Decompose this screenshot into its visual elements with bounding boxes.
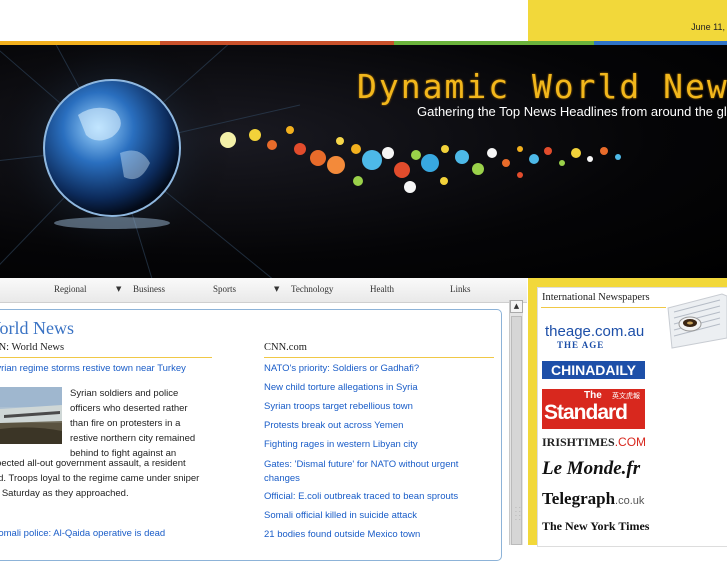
main-nav: Regional ▼ Business Sports ▼ Technology …: [0, 278, 527, 303]
news-thumbnail[interactable]: [0, 387, 62, 444]
newspaper-link-telegraph[interactable]: Telegraph.co.uk: [542, 489, 644, 509]
story-line: restive northern city remained: [70, 433, 196, 444]
headline-link[interactable]: Syrian troops target rebellious town: [264, 401, 413, 412]
grip-icon: · · · · · · · ·: [515, 505, 521, 524]
telegraph-suffix: .co.uk: [615, 495, 645, 507]
theage-sublogo[interactable]: THE AGE: [557, 340, 604, 350]
headline-link[interactable]: New child torture allegations in Syria: [264, 382, 418, 393]
standard-cjk-text: 英文虎報: [612, 392, 640, 400]
irishtimes-suffix: .COM: [614, 435, 647, 449]
standard-the-text: The: [584, 390, 602, 401]
headline-link[interactable]: Syrian regime storms restive town near T…: [0, 363, 186, 374]
story-line: expected all-out government assault, a r…: [0, 458, 186, 469]
chinadaily-logo-text: CHINADAILY: [550, 362, 637, 378]
irishtimes-logo-text: IRISHTIMES: [542, 435, 615, 449]
nav-item-health[interactable]: Health: [370, 284, 394, 294]
headline-link[interactable]: Fighting rages in western Libyan city: [264, 439, 418, 450]
story-excerpt-wrapped: Syrian soldiers and police officers who …: [70, 386, 220, 461]
headline-link[interactable]: Somali official killed in suicide attack: [264, 510, 417, 521]
newspaper-link-lemonde[interactable]: Le Monde.fr: [542, 458, 640, 480]
date-box: June 11,: [528, 0, 727, 41]
globe-icon: [43, 79, 181, 217]
lemonde-logo-text: Le Monde.fr: [542, 458, 641, 479]
standard-logo-text: Standard: [544, 401, 628, 424]
story-line: Syrian soldiers and police: [70, 388, 179, 399]
story-line: fire Saturday as they approached.: [0, 488, 129, 499]
theage-sub-text: THE AGE: [557, 340, 605, 350]
right-column-rule: [264, 357, 494, 358]
globe-reflection: [54, 217, 170, 229]
headline-link[interactable]: NATO's priority: Soldiers or Gadhafi?: [264, 363, 419, 374]
telegraph-logo-text: Telegraph: [542, 489, 616, 508]
newspaper-link-chinadaily[interactable]: CHINADAILY: [542, 361, 645, 379]
scroll-up-button[interactable]: ▲: [510, 300, 523, 313]
newspaper-link-standard[interactable]: The 英文虎報 Standard: [542, 389, 645, 429]
left-column-rule: [0, 357, 212, 358]
story-line: said. Troops loyal to the regime came un…: [0, 473, 200, 484]
banner-subtitle: Gathering the Top News Headlines from ar…: [417, 104, 727, 119]
nav-item-regional[interactable]: Regional: [54, 284, 87, 294]
newspaper-link-nyt[interactable]: The New York Times: [542, 519, 649, 534]
page-title: World News: [0, 318, 75, 338]
story-excerpt-full: expected all-out government assault, a r…: [0, 456, 226, 501]
sidebar-title-rule: [541, 307, 666, 308]
nav-item-business[interactable]: Business: [133, 284, 165, 294]
headline-link[interactable]: Official: E.coli outbreak traced to bean…: [264, 491, 458, 502]
story-line: than fire on protesters in a: [70, 418, 181, 429]
colored-dots: [220, 126, 621, 193]
banner-title: Dynamic World News: [357, 67, 727, 106]
vertical-scrollbar[interactable]: ▲ · · · · · · · ·: [509, 300, 523, 545]
scroll-thumb[interactable]: · · · · · · · ·: [511, 316, 522, 545]
nyt-logo-text: The New York Times: [542, 519, 650, 533]
nav-item-links[interactable]: Links: [450, 284, 471, 294]
dropdown-arrow-icon[interactable]: ▼: [116, 285, 121, 293]
newspaper-link-theage[interactable]: theage.com.au: [545, 323, 644, 340]
headline-link[interactable]: 21 bodies found outside Mexico town: [264, 529, 420, 540]
newspaper-coffee-image: [660, 290, 727, 352]
headline-link[interactable]: Protests break out across Yemen: [264, 420, 403, 431]
current-date: June 11,: [691, 22, 725, 32]
theage-logo-text: theage.com.au: [545, 323, 645, 340]
site-banner: Dynamic World News Gathering the Top New…: [0, 45, 727, 278]
headline-link[interactable]: Gates: 'Dismal future' for NATO without …: [264, 458, 484, 486]
headline-link[interactable]: Somali police: Al-Qaida operative is dea…: [0, 528, 165, 539]
nav-item-technology[interactable]: Technology: [291, 284, 333, 294]
right-column-title: CNN.com: [264, 342, 307, 353]
thumbnail-image: [0, 387, 62, 444]
nav-item-sports[interactable]: Sports: [213, 284, 236, 294]
left-column-title: CNN: World News: [0, 342, 65, 353]
story-line: officers who deserted rather: [70, 403, 188, 414]
newspaper-link-irishtimes[interactable]: IRISHTIMES.COM: [542, 435, 646, 450]
dropdown-arrow-icon[interactable]: ▼: [274, 285, 279, 293]
sidebar-title: International Newspapers: [542, 292, 650, 303]
